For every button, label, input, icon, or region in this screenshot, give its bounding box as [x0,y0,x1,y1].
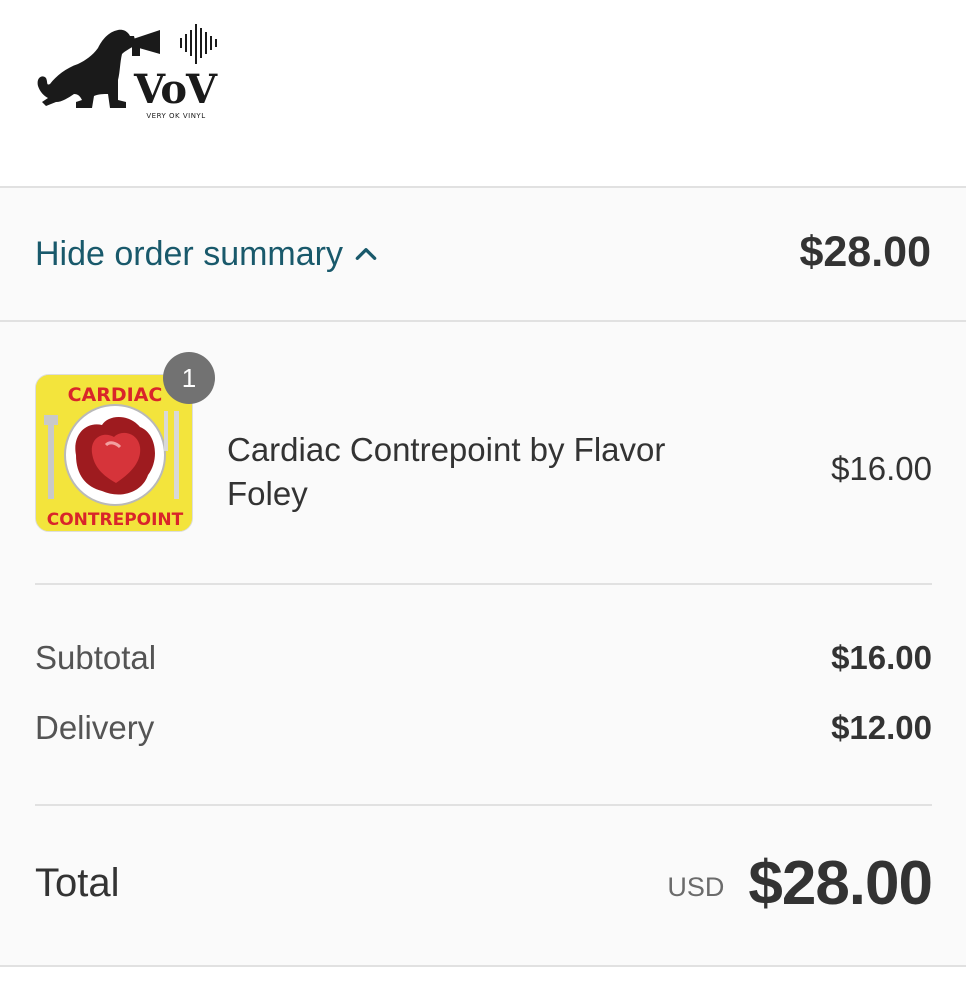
toggle-label: Hide order summary [35,234,343,273]
store-logo[interactable]: VoV VERY OK VINYL [34,24,226,124]
subtotal-label: Subtotal [35,639,157,676]
delivery-value: $12.00 [831,709,932,746]
product-price: $16.00 [831,450,932,487]
hide-order-summary-button[interactable]: Hide order summary [35,232,379,276]
quantity-badge: 1 [163,352,215,404]
delivery-label: Delivery [35,709,155,746]
divider [35,583,932,585]
chevron-up-icon [355,248,377,260]
line-item: CARDIAC CONTREPOINT 1 Cardiac Contrepoin… [35,352,932,538]
divider [35,804,932,806]
album-text-bottom: CONTREPOINT [47,510,184,530]
order-summary-panel: Hide order summary $28.00 CARDIAC CONTRE… [0,186,966,967]
header: VoV VERY OK VINYL [0,0,966,187]
delivery-row: Delivery $12.00 [35,703,932,753]
order-summary-toggle-bar: Hide order summary $28.00 [0,188,966,322]
total-amount-group: USD $28.00 [667,848,933,919]
grand-total: $28.00 [748,848,933,918]
total-label: Total [35,860,120,905]
total-row: Total USD $28.00 [35,848,933,919]
subtotal-value: $16.00 [831,639,932,676]
logo-tagline: VERY OK VINYL [146,112,206,120]
album-cover-image: CARDIAC CONTREPOINT [36,375,192,531]
album-text-top: CARDIAC [68,384,163,406]
product-title: Cardiac Contrepoint by Flavor Foley [227,431,666,512]
currency-code: USD [667,871,725,902]
product-thumbnail: CARDIAC CONTREPOINT [35,374,193,532]
subtotal-row: Subtotal $16.00 [35,633,932,683]
logo-wordmark: VoV [133,66,217,113]
toggle-total-price: $28.00 [799,228,931,276]
